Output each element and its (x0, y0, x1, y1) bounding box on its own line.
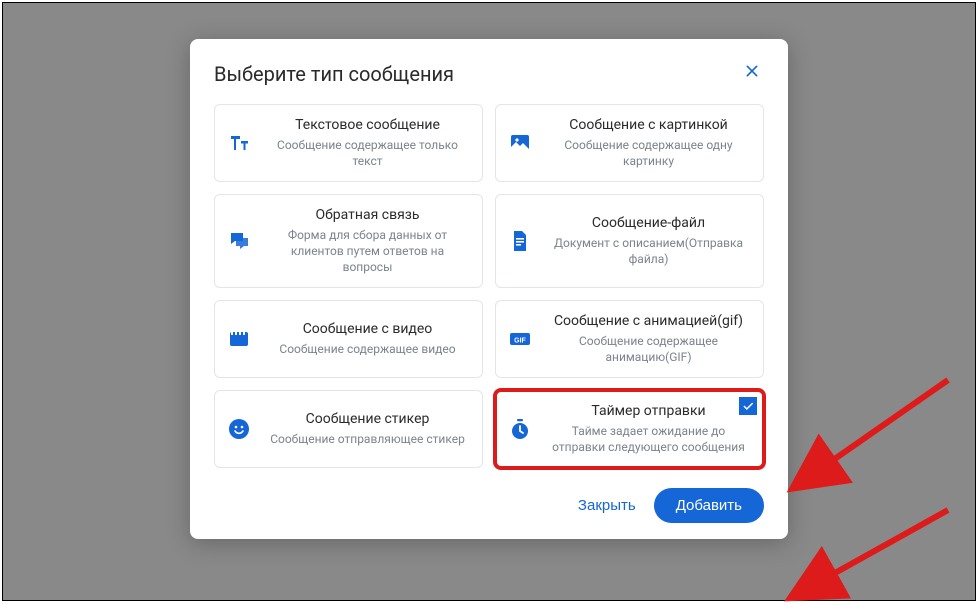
card-desc: Сообщение содержащее одну картинку (546, 137, 751, 169)
card-title: Таймер отправки (546, 403, 751, 421)
card-file-message[interactable]: Сообщение-файл Документ с описанием(Отпр… (495, 194, 764, 288)
timer-icon (508, 417, 532, 441)
card-gif-message[interactable]: GIF Сообщение с анимацией(gif) Сообщение… (495, 300, 764, 378)
close-button[interactable] (740, 61, 764, 86)
image-icon (508, 131, 532, 155)
card-desc: Сообщение отправляющее стикер (265, 431, 470, 447)
card-desc: Сообщение содержащее только текст (265, 137, 470, 169)
video-icon (227, 327, 251, 351)
card-text: Сообщение с видео Сообщение содержащее в… (265, 321, 470, 357)
selected-check-icon (739, 397, 757, 415)
card-title: Сообщение с видео (265, 321, 470, 339)
card-text: Таймер отправки Тайме задает ожидание до… (546, 403, 751, 455)
message-type-modal: Выберите тип сообщения Текстовое сообщен… (190, 39, 788, 539)
card-sticker-message[interactable]: Сообщение стикер Сообщение отправляющее … (214, 390, 483, 468)
card-text-message[interactable]: Текстовое сообщение Сообщение содержащее… (214, 104, 483, 182)
card-text: Сообщение стикер Сообщение отправляющее … (265, 411, 470, 447)
sticker-icon (227, 417, 251, 441)
card-text: Сообщение с картинкой Сообщение содержащ… (546, 117, 751, 169)
card-text: Сообщение с анимацией(gif) Сообщение сод… (546, 313, 751, 365)
card-desc: Сообщение содержащее видео (265, 341, 470, 357)
backdrop: Выберите тип сообщения Текстовое сообщен… (2, 2, 976, 601)
card-desc: Сообщение содержащее анимацию(GIF) (546, 333, 751, 365)
card-grid: Текстовое сообщение Сообщение содержащее… (214, 104, 764, 468)
card-video-message[interactable]: Сообщение с видео Сообщение содержащее в… (214, 300, 483, 378)
card-text: Обратная связь Форма для сбора данных от… (265, 207, 470, 275)
modal-header: Выберите тип сообщения (214, 61, 764, 86)
card-desc: Форма для сбора данных от клиентов путем… (265, 227, 470, 276)
card-text: Сообщение-файл Документ с описанием(Отпр… (546, 215, 751, 267)
card-image-message[interactable]: Сообщение с картинкой Сообщение содержащ… (495, 104, 764, 182)
card-title: Сообщение-файл (546, 215, 751, 233)
add-button[interactable]: Добавить (654, 488, 764, 523)
gif-icon: GIF (508, 327, 532, 351)
cancel-button[interactable]: Закрыть (578, 497, 636, 514)
card-title: Текстовое сообщение (265, 117, 470, 135)
card-title: Обратная связь (265, 207, 470, 225)
modal-title: Выберите тип сообщения (214, 62, 454, 86)
close-icon (744, 63, 760, 79)
card-text: Текстовое сообщение Сообщение содержащее… (265, 117, 470, 169)
card-title: Сообщение с картинкой (546, 117, 751, 135)
file-icon (508, 229, 532, 253)
modal-footer: Закрыть Добавить (214, 488, 764, 523)
svg-text:GIF: GIF (514, 338, 526, 345)
card-feedback[interactable]: Обратная связь Форма для сбора данных от… (214, 194, 483, 288)
card-title: Сообщение с анимацией(gif) (546, 313, 751, 331)
text-icon (227, 131, 251, 155)
card-desc: Тайме задает ожидание до отправки следую… (546, 423, 751, 455)
card-timer[interactable]: Таймер отправки Тайме задает ожидание до… (495, 390, 764, 468)
feedback-icon (227, 229, 251, 253)
card-title: Сообщение стикер (265, 411, 470, 429)
card-desc: Документ с описанием(Отправка файла) (546, 235, 751, 267)
